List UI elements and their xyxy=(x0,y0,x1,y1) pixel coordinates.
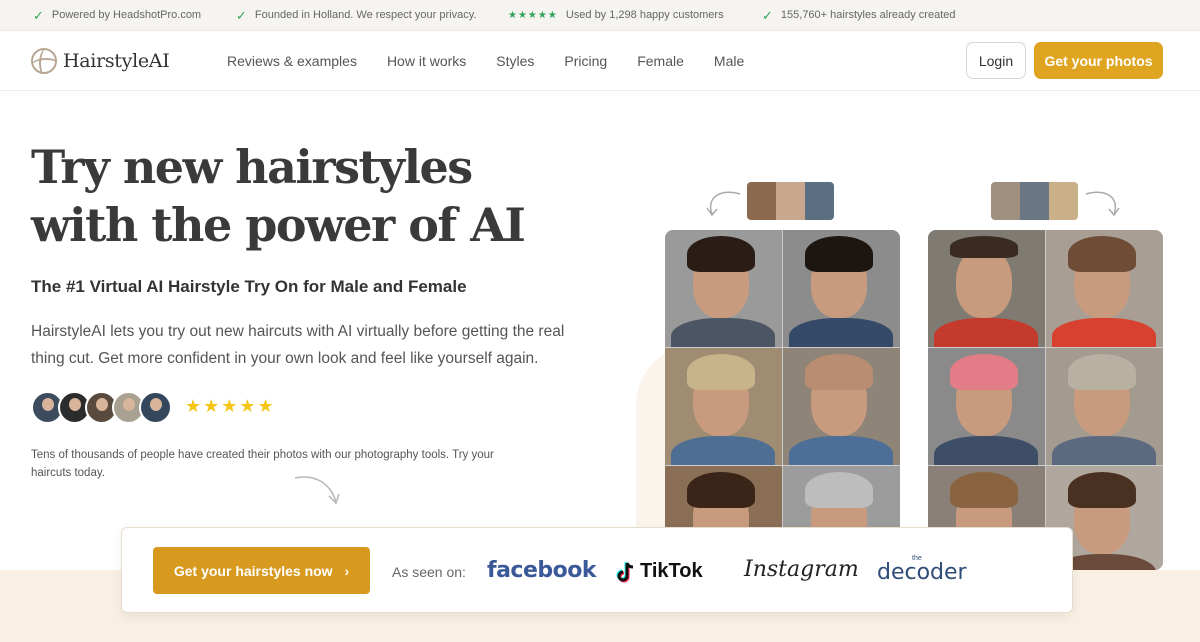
hairstyle-photo xyxy=(665,230,782,347)
hairstyle-photo xyxy=(1046,348,1163,465)
trust-item-label: 155,760+ hairstyles already created xyxy=(780,9,956,21)
tiktok-icon xyxy=(616,561,634,582)
thumbnail-image xyxy=(1020,182,1049,220)
nav-link-female[interactable]: Female xyxy=(637,53,684,69)
hairstyle-photo xyxy=(928,348,1045,465)
nav-links: Reviews & examples How it works Styles P… xyxy=(227,53,744,69)
main-nav: HairstyleAI Reviews & examples How it wo… xyxy=(0,31,1200,91)
get-photos-button[interactable]: Get your photos xyxy=(1034,42,1163,79)
chevron-right-icon: › xyxy=(344,562,350,579)
login-button[interactable]: Login xyxy=(966,42,1026,79)
hero-description: HairstyleAI lets you try out new haircut… xyxy=(31,323,565,367)
logo-icon xyxy=(31,48,57,74)
check-icon: ✓ xyxy=(762,7,773,23)
trust-item-created: ✓ 155,760+ hairstyles already created xyxy=(762,7,956,23)
hairstyle-photo xyxy=(783,230,900,347)
social-proof-text: Tens of thousands of people have created… xyxy=(31,449,494,479)
nav-link-male[interactable]: Male xyxy=(714,53,744,69)
thumbnail-image xyxy=(991,182,1020,220)
trust-item-customers: ★★★★★ Used by 1,298 happy customers xyxy=(508,9,724,21)
female-hairstyle-grid xyxy=(928,230,1163,570)
curved-arrow-icon xyxy=(294,476,340,505)
hero-title-line-2: with the power of AI xyxy=(31,198,526,252)
nav-link-how-it-works[interactable]: How it works xyxy=(387,53,466,69)
as-seen-on-label: As seen on: xyxy=(392,564,466,580)
check-icon: ✓ xyxy=(33,7,44,23)
trust-bar: ✓ Powered by HeadshotPro.com ✓ Founded i… xyxy=(0,0,1200,31)
trust-item-label: Used by 1,298 happy customers xyxy=(565,9,724,21)
rating-stars-icon: ★★★★★ xyxy=(185,396,276,416)
instagram-logo: Instagram xyxy=(744,557,859,582)
thumbnail-image xyxy=(776,182,805,220)
hairstyle-photo xyxy=(665,348,782,465)
tiktok-wordmark: TikTok xyxy=(640,560,703,582)
brand-name: HairstyleAI xyxy=(63,50,170,72)
hero-subtitle: The #1 Virtual AI Hairstyle Try On for M… xyxy=(31,277,467,296)
thumbnail-image xyxy=(1049,182,1078,220)
check-icon: ✓ xyxy=(236,7,247,23)
trust-item-founded: ✓ Founded in Holland. We respect your pr… xyxy=(236,7,477,23)
rotate-arrow-icon xyxy=(706,191,741,217)
tiktok-logo: TikTok xyxy=(616,560,703,583)
brand-logo[interactable]: HairstyleAI xyxy=(31,48,170,74)
hero-title-line-1: Try new hairstyles xyxy=(31,140,473,194)
facebook-logo: facebook xyxy=(487,558,597,583)
male-source-thumbnails xyxy=(747,182,834,220)
hero-title: Try new hairstyles with the power of AI xyxy=(31,138,591,254)
nav-link-pricing[interactable]: Pricing xyxy=(564,53,607,69)
get-hairstyles-label: Get your hairstyles now xyxy=(173,562,333,579)
nav-link-reviews[interactable]: Reviews & examples xyxy=(227,53,357,69)
rating-stars-icon: ★★★★★ xyxy=(508,9,558,21)
hairstyle-photo xyxy=(783,348,900,465)
hairstyle-photo xyxy=(928,230,1045,347)
rotate-arrow-icon xyxy=(1085,191,1120,217)
thumbnail-image xyxy=(805,182,834,220)
female-source-thumbnails xyxy=(991,182,1078,220)
thumbnail-image xyxy=(747,182,776,220)
trust-item-label: Founded in Holland. We respect your priv… xyxy=(254,9,477,21)
decoder-logo: decoder xyxy=(877,560,967,585)
avatar xyxy=(139,391,172,424)
trust-item-label: Powered by HeadshotPro.com xyxy=(51,9,202,21)
get-hairstyles-button[interactable]: Get your hairstyles now › xyxy=(153,547,370,594)
customer-avatars xyxy=(31,391,172,424)
nav-link-styles[interactable]: Styles xyxy=(496,53,534,69)
trust-item-powered: ✓ Powered by HeadshotPro.com xyxy=(33,7,202,23)
male-hairstyle-grid xyxy=(665,230,900,570)
hairstyle-photo xyxy=(1046,230,1163,347)
cta-card: Get your hairstyles now › As seen on: fa… xyxy=(121,527,1073,613)
